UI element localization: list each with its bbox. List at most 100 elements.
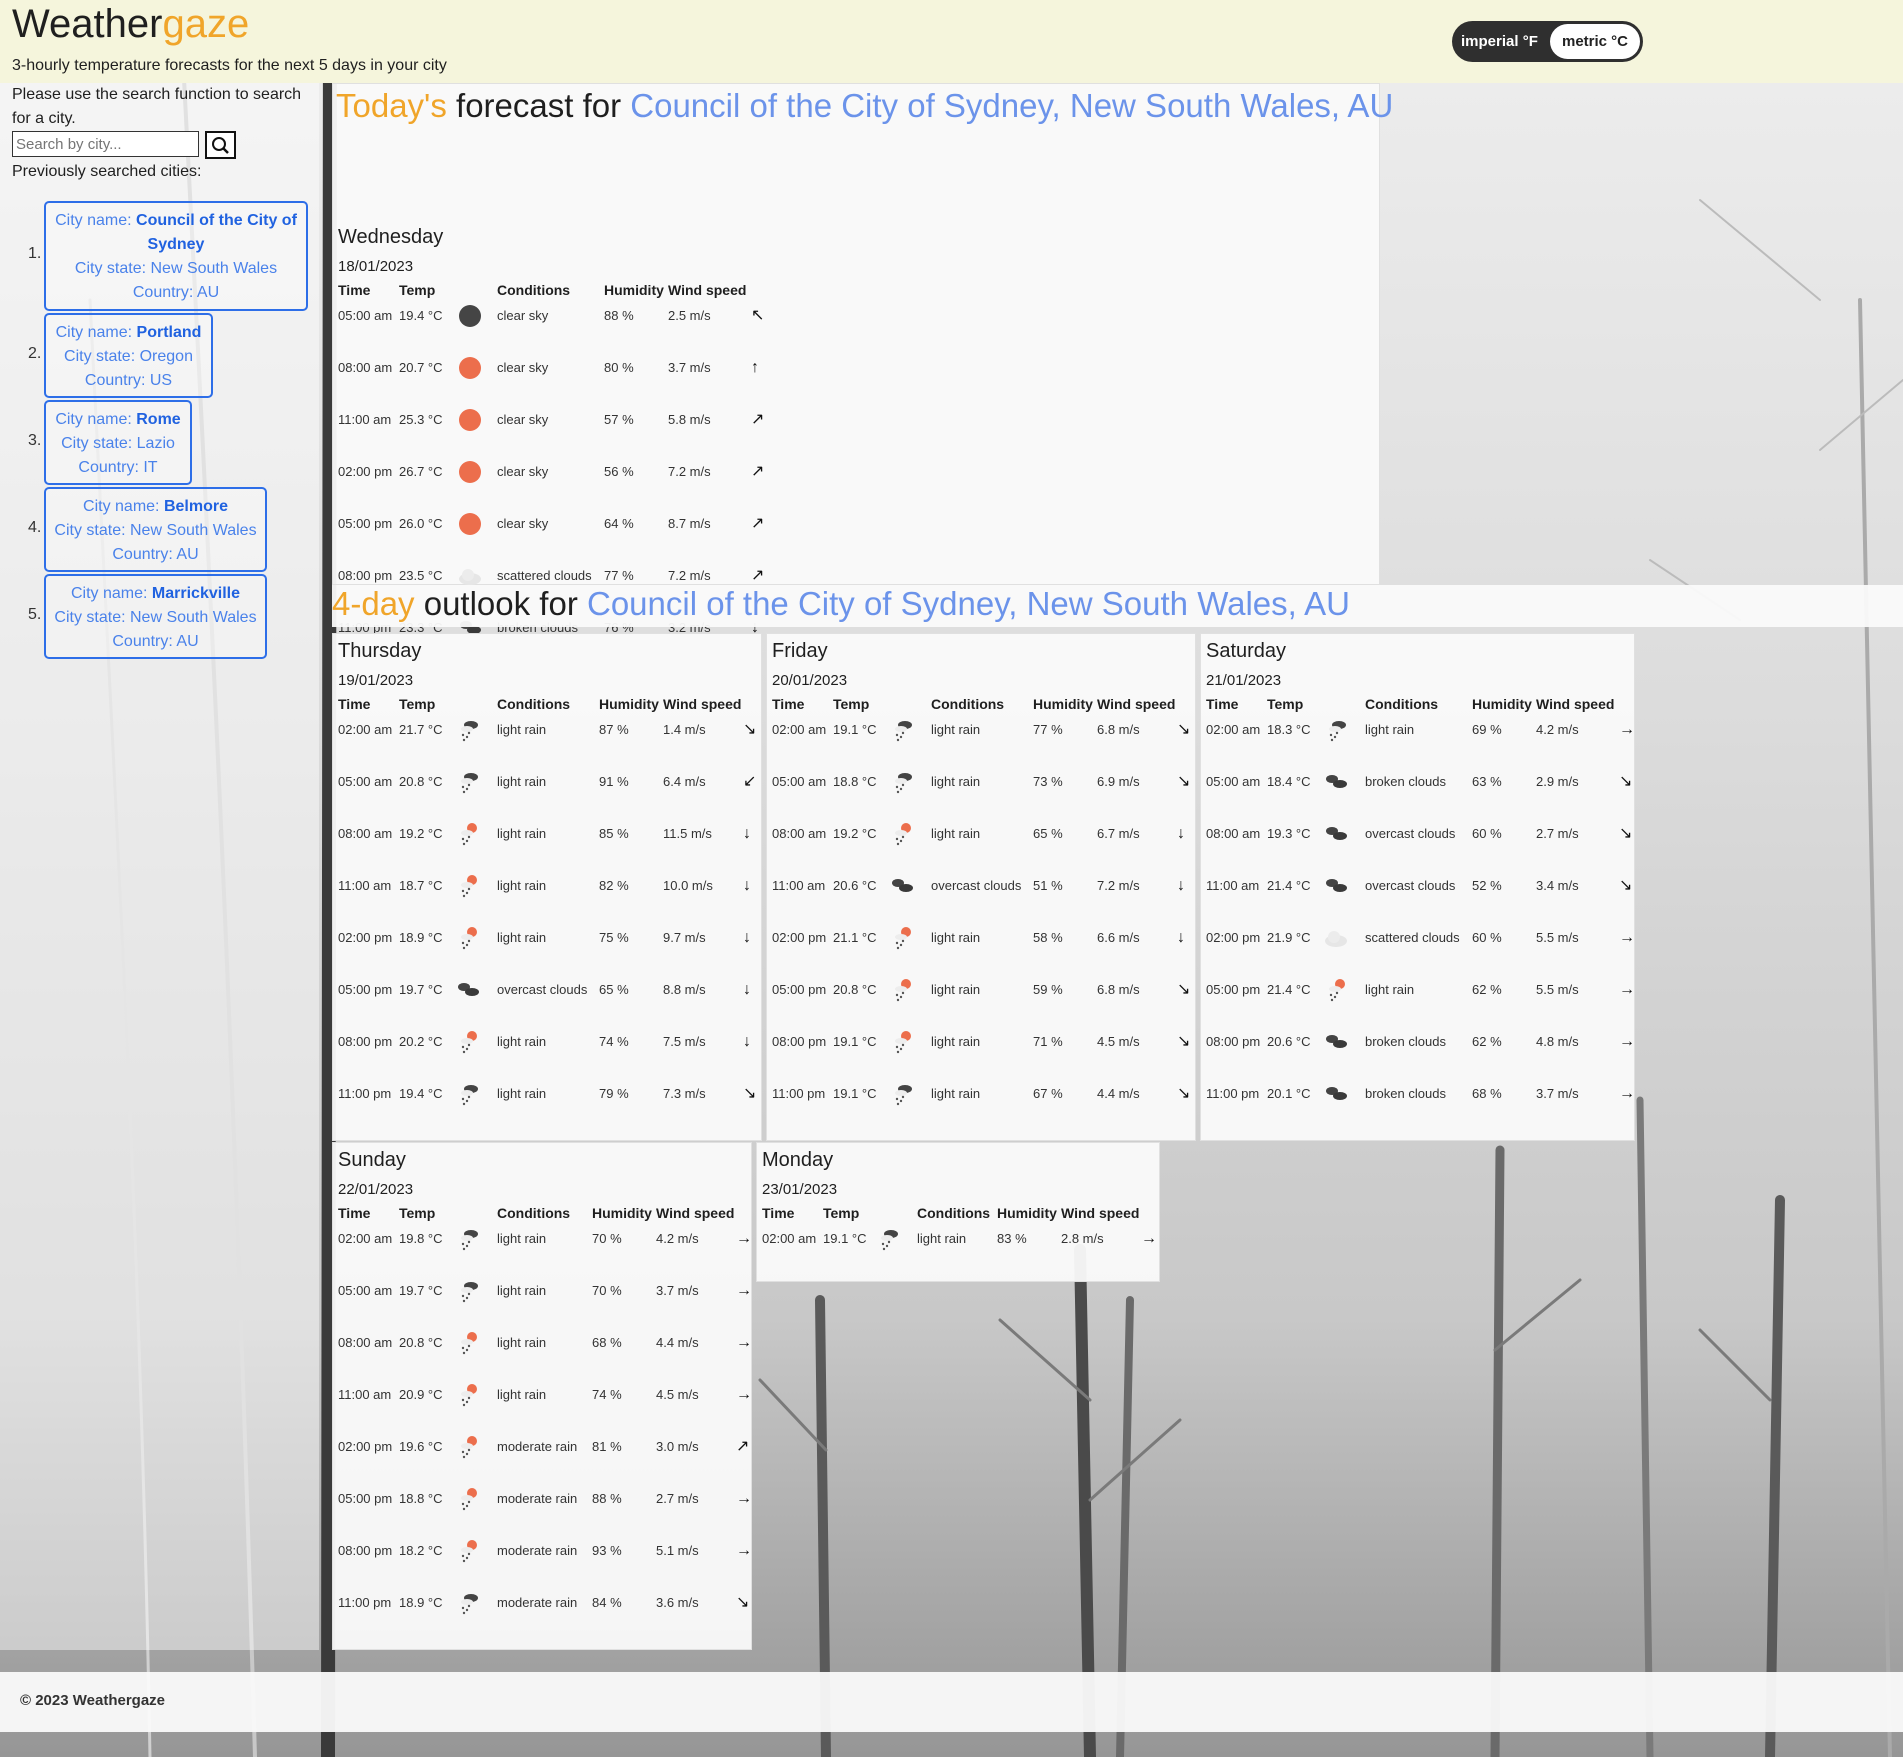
broken-clouds-icon [455,977,481,1003]
row-humidity: 88 % [592,1491,622,1506]
forecast-row: 11:00 pm 18.9 °C moderate rain 84 % 3.6 m/s ↘ [333,1577,751,1629]
wind-direction-arrow-icon: ↓ [743,1033,751,1050]
today-heading: Today's forecast for Council of the City… [336,87,1393,125]
row-wind-speed: 9.7 m/s [663,930,706,945]
row-humidity: 57 % [604,412,634,427]
row-time: 05:00 am [338,308,393,323]
row-humidity: 60 % [1472,826,1502,841]
city-state-label: City state: [74,260,151,277]
rain-night-icon [455,1226,481,1252]
row-conditions: broken clouds [1365,774,1446,789]
row-time: 11:00 am [338,1387,392,1402]
row-humidity: 93 % [592,1543,622,1558]
forecast-row: 11:00 am 20.6 °C overcast clouds 51 % 7.2 m/… [767,860,1195,912]
row-wind-speed: 10.0 m/s [663,878,713,893]
previous-city-card[interactable]: City name: Council of the City of Sydney… [44,201,308,311]
previous-city-card[interactable]: City name: Portland City state: Oregon Cou… [44,313,213,398]
row-humidity: 83 % [997,1231,1027,1246]
forecast-row: 11:00 am 20.9 °C light rain 74 % 4.5 m/s → [333,1369,752,1421]
row-time: 11:00 pm [772,1086,826,1101]
forecast-row: 08:00 pm 19.1 °C light rain 71 % 4.5 m/s ↘ [767,1016,1195,1068]
city-name-label: City name: [71,585,152,602]
row-temp: 19.4 °C [399,308,443,323]
search-input[interactable] [12,131,199,157]
row-temp: 18.9 °C [399,1595,443,1610]
row-conditions: broken clouds [1365,1034,1446,1049]
row-conditions: light rain [497,1283,547,1298]
forecast-row: 05:00 am 18.8 °C light rain 73 % 6.9 m/s ↘ [767,756,1195,808]
city-country-value: IT [143,459,158,476]
row-temp: 19.7 °C [399,1283,443,1298]
sidebar: Please use the search function to search… [0,83,319,1650]
city-state-line: City state: New South Wales [54,257,298,281]
unit-metric-option[interactable]: metric °C [1550,24,1640,59]
city-country-label: Country: [132,284,197,301]
day-name: Thursday [338,640,422,662]
wind-direction-arrow-icon: → [736,1542,752,1559]
unit-toggle[interactable]: imperial °F metric °C [1452,21,1643,62]
wind-direction-arrow-icon: → [1619,1085,1635,1102]
city-country-line: Country: AU [54,543,257,567]
rain-day-icon [455,1029,481,1055]
row-conditions: broken clouds [1365,1086,1446,1101]
city-state-label: City state: [54,609,130,626]
row-temp: 21.4 °C [1267,878,1311,893]
wind-direction-arrow-icon: → [736,1386,752,1403]
search-button[interactable] [205,131,237,159]
previous-city-card[interactable]: City name: Belmore City state: New South … [44,487,267,572]
row-conditions: moderate rain [497,1439,578,1454]
row-conditions: light rain [931,930,981,945]
rain-day-icon [455,1434,481,1460]
row-conditions: moderate rain [497,1491,578,1506]
forecast-row: 05:00 pm 21.4 °C light rain 62 % 5.5 m/s → [1201,964,1635,1016]
brand-logo[interactable]: Weathergaze [12,2,249,47]
previous-city-card[interactable]: City name: Rome City state: Lazio Country:… [44,400,192,485]
row-humidity: 68 % [1472,1086,1502,1101]
forecast-row: 08:00 am 19.2 °C light rain 65 % 6.7 m/s ↓ [767,808,1195,860]
forecast-row: 08:00 pm 20.6 °C broken clouds 62 % 4.8 m/s → [1201,1016,1635,1068]
row-humidity: 70 % [592,1283,622,1298]
row-humidity: 60 % [1472,930,1502,945]
row-temp: 26.7 °C [399,464,443,479]
row-humidity: 67 % [1033,1086,1063,1101]
day-date: 21/01/2023 [1206,672,1282,689]
row-wind-speed: 4.5 m/s [656,1387,699,1402]
row-wind-speed: 6.6 m/s [1097,930,1140,945]
forecast-row: 02:00 pm 19.6 °C moderate rain 81 % 3.0 m/s ↗ [333,1421,751,1473]
row-wind-speed: 11.5 m/s [663,826,712,841]
row-temp: 20.7 °C [399,360,443,375]
forecast-row: 02:00 am 19.8 °C light rain 70 % 4.2 m/s → [333,1213,752,1265]
row-conditions: light rain [497,1387,547,1402]
row-humidity: 74 % [599,1034,629,1049]
rain-night-icon [455,769,481,795]
row-time: 08:00 pm [338,1034,393,1049]
rain-day-icon [455,1486,481,1512]
wind-direction-arrow-icon: → [1619,981,1635,998]
today-forecast-panel: Wednesday 18/01/2023 Time Temp Conditions Hum… [332,83,1380,636]
row-temp: 25.3 °C [399,412,443,427]
previous-city-card[interactable]: City name: Marrickville City state: New S… [44,574,267,659]
broken-clouds-icon [1323,1029,1349,1055]
broken-clouds-icon [889,873,915,899]
wind-direction-arrow-icon: ↓ [743,877,751,894]
row-conditions: light rain [1365,722,1415,737]
search-form [12,131,237,159]
row-humidity: 69 % [1472,722,1502,737]
row-time: 05:00 pm [338,516,393,531]
row-humidity: 84 % [592,1595,622,1610]
wind-direction-arrow-icon: ↘ [1177,721,1191,738]
sun-icon [457,459,483,485]
row-conditions: light rain [931,722,981,737]
city-state-label: City state: [64,348,140,365]
clear-night-icon [457,303,483,329]
unit-imperial-option[interactable]: imperial °F [1461,33,1538,50]
top-header: Weathergaze 3-hourly temperature forecas… [0,0,1903,83]
day-date: 22/01/2023 [338,1181,414,1198]
rain-night-icon [889,717,915,743]
scattered-clouds-icon [1323,925,1349,951]
rain-night-icon [889,1081,915,1107]
rain-day-icon [455,925,481,951]
row-conditions: clear sky [497,516,549,531]
row-wind-speed: 5.5 m/s [1536,930,1579,945]
row-wind-speed: 3.0 m/s [656,1439,699,1454]
